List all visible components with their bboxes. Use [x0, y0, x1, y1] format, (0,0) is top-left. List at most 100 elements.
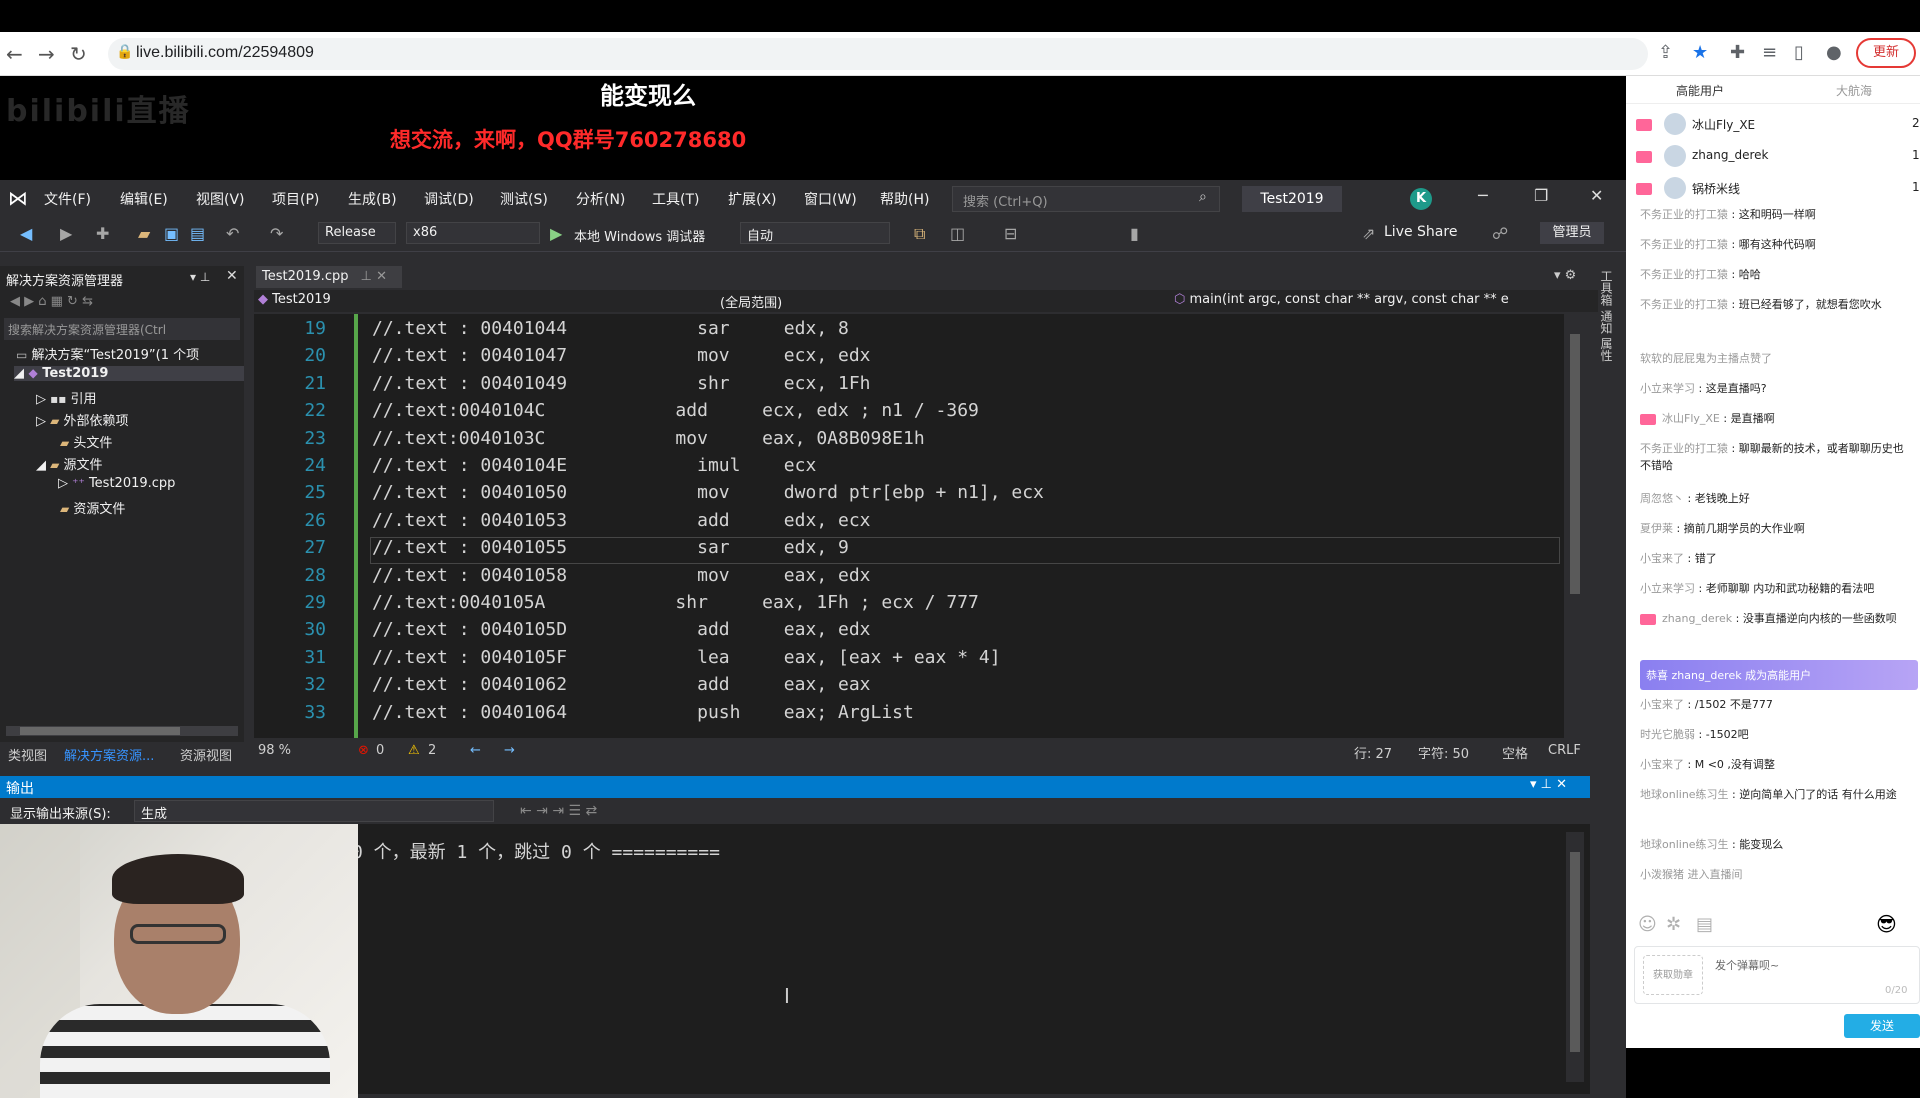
bookmark-star-icon[interactable]: ★: [1692, 42, 1708, 63]
sol-toolbar-icons[interactable]: ◀ ▶ ⌂ ▦ ↻ ⇆: [10, 294, 93, 309]
sidepanel-icon[interactable]: ▯: [1794, 42, 1804, 63]
zoom-level[interactable]: 98 %: [258, 743, 291, 758]
chat-username[interactable]: 不务正业的打工猿: [1640, 298, 1728, 311]
solution-icon[interactable]: ⊟: [1004, 224, 1017, 243]
config-dropdown[interactable]: Release: [318, 222, 396, 244]
chat-username[interactable]: 小泼猴猪 进入直播间: [1640, 868, 1743, 881]
sunglasses-emoji-icon[interactable]: 😎: [1876, 912, 1897, 936]
tree-project[interactable]: ◢ ◆ Test2019: [14, 366, 244, 381]
run-icon[interactable]: ▶: [550, 224, 562, 243]
side-toolbox-tab[interactable]: 工具箱 通知 属性: [1598, 270, 1615, 362]
tree-solution[interactable]: ▭ 解决方案“Test2019”(1 个项: [16, 344, 199, 363]
nav-function-dropdown[interactable]: ⬡ main(int argc, const char ** argv, con…: [1174, 292, 1594, 310]
reload-icon[interactable]: ↻: [70, 42, 87, 66]
tree-external-deps[interactable]: ▷ ▰ 外部依赖项: [36, 410, 129, 429]
chat-username[interactable]: 不务正业的打工猿: [1640, 442, 1728, 455]
extensions-icon[interactable]: ✚: [1730, 42, 1745, 63]
menu-test[interactable]: 测试(S): [500, 189, 548, 209]
warning-count[interactable]: 2: [428, 743, 436, 758]
top-user-row[interactable]: zhang_derek 1: [1636, 144, 1920, 170]
next-issue-icon[interactable]: →: [504, 743, 515, 758]
restore-icon[interactable]: ❐: [1534, 186, 1548, 205]
chat-username[interactable]: 地球online练习生: [1640, 788, 1729, 801]
code-editor[interactable]: 19 //.text : 00401044 sar edx, 8 20 //.text…: [254, 314, 1564, 738]
chat-username[interactable]: 小宝来了: [1640, 552, 1684, 565]
tree-resource-files[interactable]: ▰ 资源文件: [60, 498, 125, 517]
chat-username[interactable]: 夏伊莱: [1640, 522, 1673, 535]
back-icon[interactable]: ←: [6, 42, 23, 66]
danmaku-settings-icon[interactable]: ▤: [1696, 914, 1713, 935]
tab-high-energy-users[interactable]: 高能用户: [1676, 82, 1724, 99]
tab-resource-view[interactable]: 资源视图: [180, 745, 232, 764]
chat-username[interactable]: 小立来学习: [1640, 382, 1695, 395]
tab-solution-explorer[interactable]: 解决方案资源...: [64, 745, 154, 764]
tree-source-files[interactable]: ◢ ▰ 源文件: [36, 454, 103, 473]
save-icon[interactable]: ▣: [164, 224, 179, 243]
menu-edit[interactable]: 编辑(E): [120, 189, 168, 209]
live-share-button[interactable]: Live Share: [1384, 224, 1457, 240]
open-folder-icon[interactable]: ▰: [138, 224, 150, 243]
tab-class-view[interactable]: 类视图: [8, 745, 47, 764]
menu-view[interactable]: 视图(V): [196, 189, 245, 209]
pin-icon[interactable]: ▾ ⊥: [190, 270, 210, 284]
redo-icon[interactable]: ↷: [270, 224, 283, 243]
solution-search-input[interactable]: 搜索解决方案资源管理器(Ctrl: [4, 318, 240, 340]
feedback-icon[interactable]: ☍: [1492, 224, 1508, 243]
tree-header-files[interactable]: ▰ 头文件: [60, 432, 112, 451]
panel-close-icon[interactable]: ✕: [226, 268, 238, 284]
nav-forward-icon[interactable]: ▶: [60, 224, 72, 243]
menu-analyze[interactable]: 分析(N): [576, 189, 625, 209]
tab-close-icon[interactable]: ⊥ ✕: [361, 269, 387, 284]
profile-icon[interactable]: ●: [1826, 42, 1842, 63]
tree-references[interactable]: ▷ ▪▪ 引用: [36, 388, 97, 407]
chat-username[interactable]: 不务正业的打工猿: [1640, 208, 1728, 221]
chat-username[interactable]: 地球online练习生: [1640, 838, 1729, 851]
address-bar[interactable]: 🔒 live.bilibili.com/22594809: [108, 38, 1648, 70]
output-source-dropdown[interactable]: 生成: [134, 800, 494, 822]
chat-username[interactable]: 冰山Fly_XE: [1662, 412, 1720, 425]
chat-username[interactable]: 小宝来了: [1640, 698, 1684, 711]
output-toolbar-icons[interactable]: ⇤ ⇥ ⇥ ☰ ⇄: [520, 803, 597, 819]
vs-search-box[interactable]: 搜索 (Ctrl+Q) ⌕: [952, 186, 1220, 212]
menu-tools[interactable]: 工具(T): [652, 189, 699, 209]
run-debugger-button[interactable]: 本地 Windows 调试器: [574, 226, 705, 245]
menu-extensions[interactable]: 扩展(X): [728, 189, 777, 209]
menu-file[interactable]: 文件(F): [44, 189, 91, 209]
prev-issue-icon[interactable]: ←: [470, 743, 481, 758]
new-project-icon[interactable]: ✚: [96, 224, 109, 243]
nav-project-dropdown[interactable]: ◆ Test2019: [258, 292, 688, 310]
output-panel-controls[interactable]: ▾ ⊥ ✕: [1530, 777, 1567, 792]
menu-help[interactable]: 帮助(H): [880, 189, 929, 209]
minimize-icon[interactable]: ─: [1478, 186, 1488, 205]
bookmark-icon[interactable]: ▮: [1130, 224, 1139, 243]
tab-overflow-icon[interactable]: ▾ ⚙: [1554, 268, 1576, 283]
send-button[interactable]: 发送: [1844, 1014, 1920, 1038]
whitespace-mode[interactable]: 空格: [1502, 743, 1528, 762]
vs-account-avatar[interactable]: K: [1410, 188, 1432, 210]
tab-guard[interactable]: 大航海: [1836, 82, 1872, 99]
save-all-icon[interactable]: ▤: [190, 224, 205, 243]
chat-username[interactable]: 小宝来了: [1640, 758, 1684, 771]
emoji-icon[interactable]: ☺: [1638, 914, 1657, 935]
run-mode-dropdown[interactable]: 自动: [740, 222, 890, 244]
gift-icon[interactable]: ✲: [1666, 914, 1681, 935]
chat-username[interactable]: 时光它脆弱: [1640, 728, 1695, 741]
danmaku-input[interactable]: 获取勋章 发个弹幕呗~ 0/20: [1634, 946, 1920, 1004]
chat-username[interactable]: 不务正业的打工猿: [1640, 268, 1728, 281]
menu-project[interactable]: 项目(P): [272, 189, 319, 209]
forward-icon[interactable]: →: [38, 42, 55, 66]
chat-username[interactable]: 软软的屁屁鬼为主播点赞了: [1640, 352, 1772, 365]
chat-username[interactable]: 不务正业的打工猿: [1640, 238, 1728, 251]
update-button[interactable]: 更新: [1856, 38, 1916, 68]
editor-vscrollbar[interactable]: [1566, 314, 1584, 738]
chat-username[interactable]: 周忽悠丶: [1640, 492, 1684, 505]
chat-username[interactable]: 小立来学习: [1640, 582, 1695, 595]
line-ending[interactable]: CRLF: [1548, 743, 1581, 758]
editor-tab[interactable]: Test2019.cpp ⊥ ✕: [256, 266, 402, 288]
tree-cpp-file[interactable]: ▷ ⁺⁺ Test2019.cpp: [58, 476, 175, 491]
menu-debug[interactable]: 调试(D): [424, 189, 474, 209]
browse-icon[interactable]: ⧉: [914, 224, 925, 244]
platform-dropdown[interactable]: x86: [406, 222, 540, 244]
share-icon[interactable]: ⇪: [1658, 42, 1673, 63]
top-user-row[interactable]: 锅桥米线 1: [1636, 176, 1920, 202]
